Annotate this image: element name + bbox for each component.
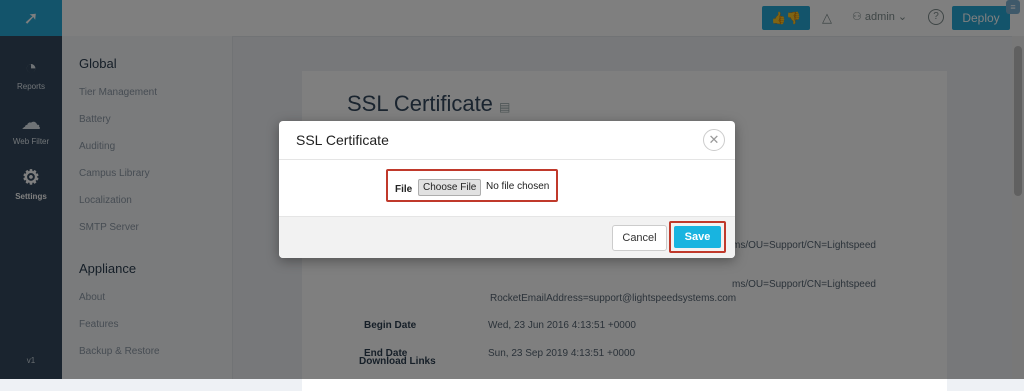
close-icon[interactable]: ✕ <box>703 129 725 151</box>
dialog-title: SSL Certificate <box>296 132 389 148</box>
file-input-group: File Choose File No file chosen <box>386 169 558 202</box>
dialog-footer: Cancel Save <box>279 216 735 258</box>
dialog-body: File Choose File No file chosen <box>279 160 735 216</box>
dialog-header: SSL Certificate ✕ <box>279 121 735 160</box>
save-button[interactable]: Save <box>674 226 721 248</box>
ssl-upload-dialog: SSL Certificate ✕ File Choose File No fi… <box>279 121 735 258</box>
choose-file-button[interactable]: Choose File <box>418 179 482 196</box>
app-root: ➚ ◔ Reports ☁ Web Filter ⚙ Settings v1 👍… <box>0 0 1024 391</box>
file-label: File <box>395 184 413 195</box>
cancel-button[interactable]: Cancel <box>612 225 667 251</box>
save-button-highlight: Save <box>669 221 726 253</box>
file-status-text: No file chosen <box>486 181 550 192</box>
